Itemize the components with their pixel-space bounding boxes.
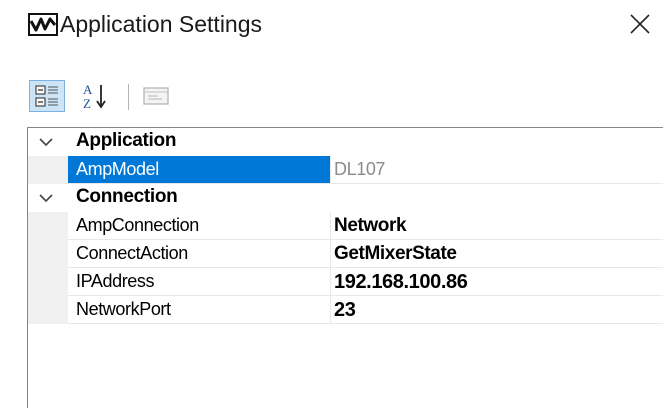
property-value-cell[interactable]: Network: [331, 212, 663, 240]
row-gutter: [28, 212, 68, 240]
property-name: ConnectAction: [76, 243, 188, 263]
category-row-connection[interactable]: Connection: [28, 184, 663, 212]
property-name-cell[interactable]: AmpModel: [68, 156, 331, 184]
property-value-cell[interactable]: DL107: [331, 156, 663, 184]
property-name-cell[interactable]: NetworkPort: [68, 296, 331, 324]
category-label: Connection: [76, 186, 178, 207]
property-name: NetworkPort: [76, 299, 171, 319]
row-gutter: [28, 240, 68, 268]
property-row-ampconnection[interactable]: AmpConnection Network: [28, 212, 663, 240]
property-grid-toolbar: A Z: [29, 80, 259, 112]
categorized-view-button[interactable]: [29, 80, 65, 112]
property-row-networkport[interactable]: NetworkPort 23: [28, 296, 663, 324]
property-row-connectaction[interactable]: ConnectAction GetMixerState: [28, 240, 663, 268]
waveform-logo-icon: [28, 13, 58, 36]
property-value: GetMixerState: [334, 243, 457, 264]
category-row-application[interactable]: Application: [28, 128, 663, 156]
title-bar: Application Settings: [0, 0, 663, 52]
row-gutter: [28, 268, 68, 296]
toolbar-separator: [128, 84, 129, 110]
property-value-cell[interactable]: GetMixerState: [331, 240, 663, 268]
property-value: Network: [334, 215, 407, 236]
property-name-cell[interactable]: IPAddress: [68, 268, 331, 296]
property-grid: Application AmpModel DL107 Connection Am…: [27, 127, 663, 408]
property-row-ipaddress[interactable]: IPAddress 192.168.100.86: [28, 268, 663, 296]
category-label: Application: [76, 130, 177, 151]
alphabetical-sort-button[interactable]: A Z: [79, 80, 115, 112]
svg-text:A: A: [83, 82, 93, 97]
property-name-cell[interactable]: AmpConnection: [68, 212, 331, 240]
property-value: DL107: [334, 159, 386, 179]
row-gutter: [28, 156, 68, 184]
categorized-view-icon: [35, 85, 58, 107]
chevron-down-icon[interactable]: [38, 135, 54, 149]
row-gutter: [28, 296, 68, 324]
property-value-cell[interactable]: 192.168.100.86: [331, 268, 663, 296]
chevron-down-icon[interactable]: [38, 191, 54, 205]
property-row-ampmodel[interactable]: AmpModel DL107: [28, 156, 663, 184]
window-title: Application Settings: [60, 11, 263, 37]
property-value: 192.168.100.86: [334, 271, 468, 293]
svg-text:Z: Z: [83, 96, 91, 111]
property-name: IPAddress: [76, 271, 155, 291]
property-pages-icon: [143, 87, 169, 105]
property-name-cell[interactable]: ConnectAction: [68, 240, 331, 268]
sort-alphabetical-icon: A Z: [83, 82, 106, 111]
property-value: 23: [334, 299, 356, 321]
property-value-cell[interactable]: 23: [331, 296, 663, 324]
close-icon[interactable]: [624, 8, 656, 40]
grid-empty-area: [28, 352, 663, 408]
property-pages-button[interactable]: [138, 80, 174, 112]
application-settings-window: Application Settings A Z Application Amp…: [0, 0, 663, 408]
property-name: AmpConnection: [76, 215, 199, 235]
property-name: AmpModel: [76, 159, 159, 179]
